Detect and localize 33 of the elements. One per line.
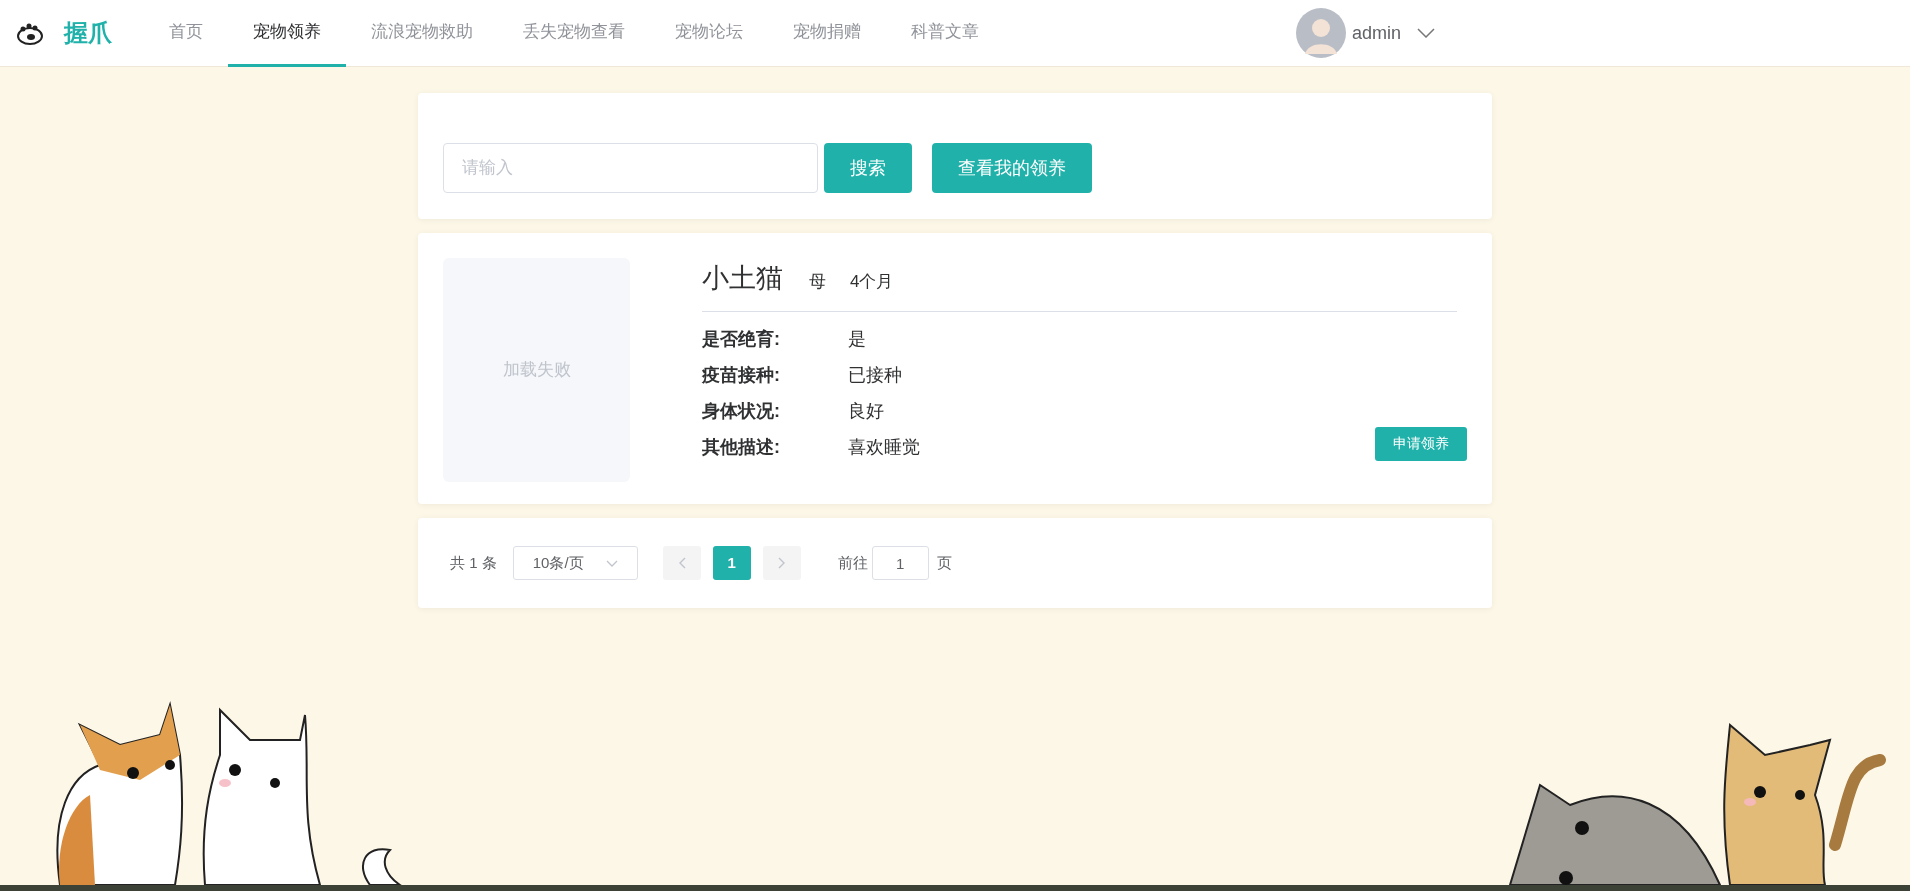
page-size-select[interactable]: 10条/页 [512,546,638,580]
apply-button[interactable]: 申请领养 [1375,426,1467,461]
detail-label: 是否绝育: [702,327,781,351]
nav-tab[interactable]: 流浪宠物救助 [346,0,498,67]
search-button[interactable]: 搜索 [824,143,912,193]
pet-age: 4个月 [850,271,894,293]
total-count: 共 1 条 [450,552,497,573]
pet-name: 小土猫 [702,262,783,295]
detail-value: 已接种 [848,363,902,387]
detail-value: 喜欢睡觉 [848,435,920,459]
nav-tab[interactable]: 首页 [144,0,228,67]
chevron-down-icon[interactable] [1417,28,1435,38]
search-field[interactable]: 请输入 [443,143,818,193]
goto-suffix: 页 [936,552,952,573]
detail-label: 疫苗接种: [702,363,781,387]
nav-tab[interactable]: 宠物领养 [228,0,346,67]
pet-sex: 母 [809,271,826,293]
goto-label: 前往 [837,552,868,573]
user-name[interactable]: admin [1351,19,1401,47]
nav-tab[interactable]: 科普文章 [886,0,1004,67]
detail-label: 其他描述: [702,435,781,459]
detail-value: 良好 [848,399,884,423]
paw-icon [16,21,44,45]
nav-tab[interactable]: 宠物论坛 [650,0,768,67]
detail-label: 身体状况: [702,399,781,423]
nav-tab[interactable]: 宠物捐赠 [768,0,886,67]
nav-tab[interactable]: 丢失宠物查看 [498,0,650,67]
my-adoptions-button[interactable]: 查看我的领养 [932,143,1092,193]
page-field[interactable]: 1 [871,546,929,580]
page-number[interactable]: 1 [712,546,751,580]
detail-value: 是 [848,327,866,351]
brand-name: 握爪 [64,18,112,48]
avatar[interactable] [1295,8,1346,58]
